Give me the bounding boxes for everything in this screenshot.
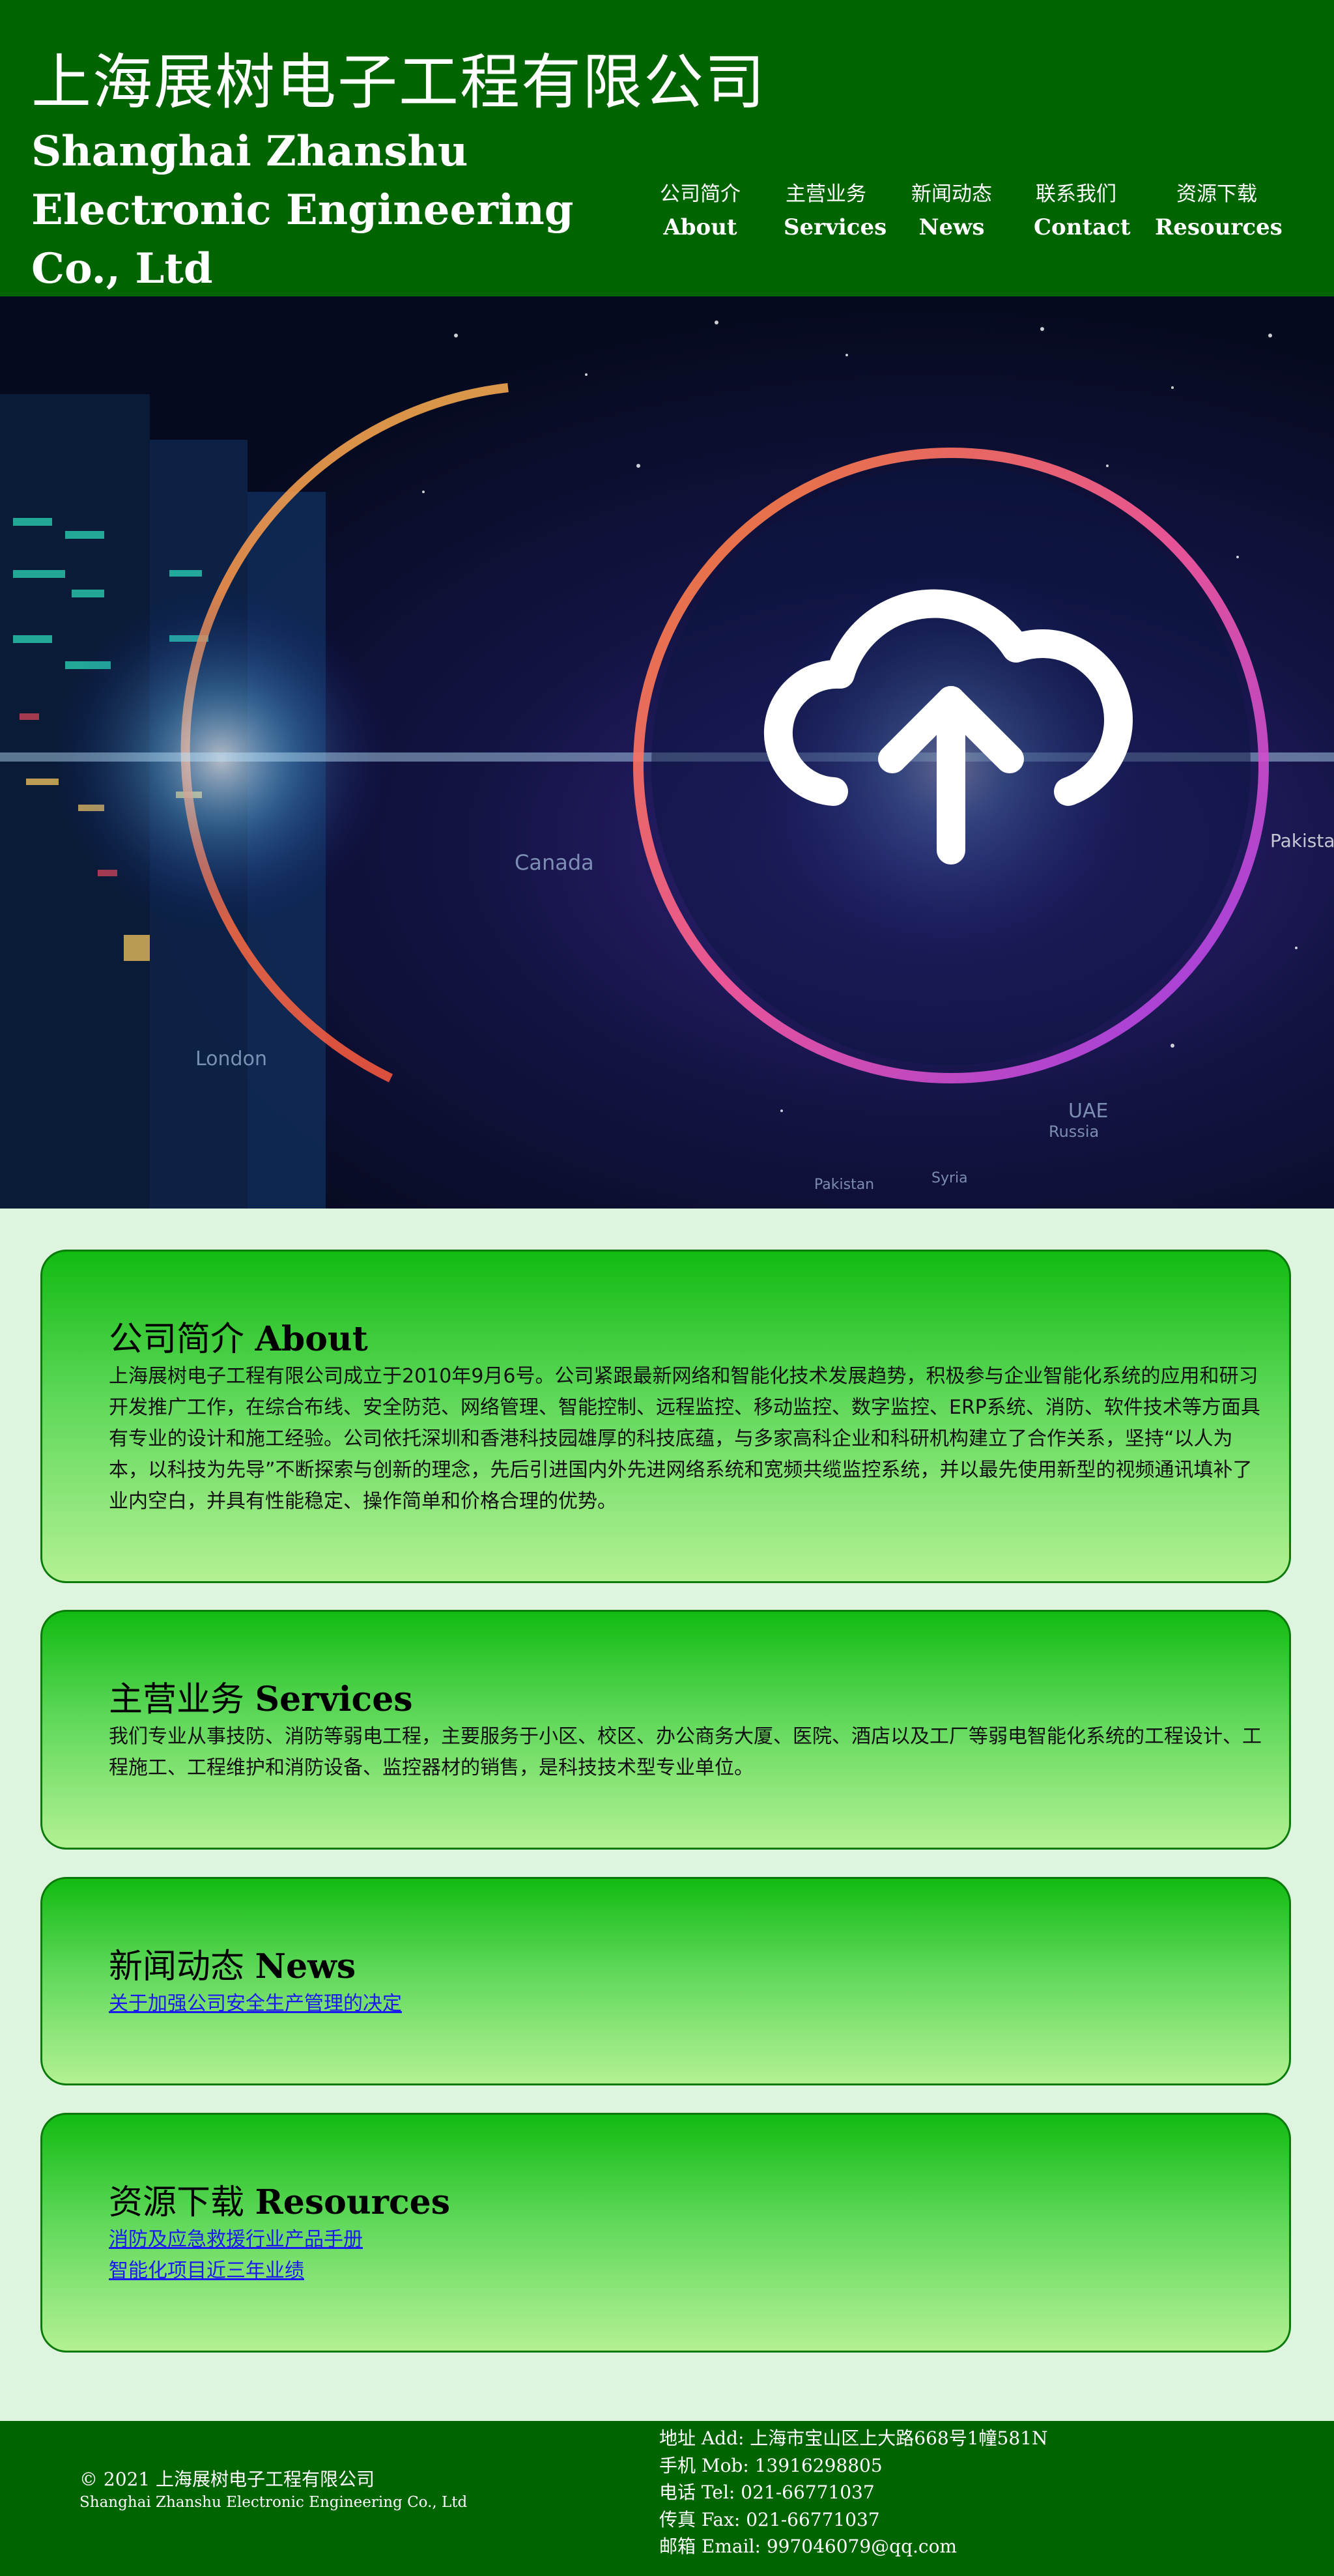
services-text: 我们专业从事技防、消防等弱电工程，主要服务于小区、校区、办公商务大厦、医院、酒店…	[109, 1725, 1262, 1779]
news-heading-zh: 新闻动态	[109, 1947, 245, 1986]
about-text: 上海展树电子工程有限公司成立于2010年9月6号。公司紧跟最新网络和智能化技术发…	[109, 1365, 1260, 1513]
map-label: London	[195, 1048, 267, 1070]
map-label: Pakistan	[814, 1177, 874, 1193]
about-heading: 公司简介 About	[109, 1311, 368, 1360]
site-title-zh: 上海展树电子工程有限公司	[31, 48, 767, 117]
nav-label-zh: 公司简介	[660, 182, 741, 206]
copyright-text-en: Shanghai Zhanshu Electronic Engineering …	[79, 2494, 468, 2511]
copyright-text: © 2021 上海展树电子工程有限公司	[79, 2469, 375, 2490]
main-nav: 公司简介 About 主营业务 Services 新闻动态 News 联系我们 …	[658, 177, 1309, 249]
fax-text: 传真 Fax: 021-66771037	[659, 2508, 880, 2530]
map-label: Pakista	[1270, 830, 1334, 852]
hero-illustration: Canada London Pakista UAE Russia Syria P…	[0, 321, 1334, 1209]
news-heading-en: News	[255, 1947, 356, 1986]
services-section: 主营业务 Services 我们专业从事技防、消防等弱电工程，主要服务于小区、校…	[40, 1610, 1291, 1850]
nav-label-en: About	[663, 214, 737, 240]
map-label: UAE	[1068, 1100, 1108, 1123]
address-text: 地址 Add: 上海市宝山区上大路668号1幢581N	[659, 2427, 1048, 2449]
services-heading-en: Services	[255, 1680, 413, 1719]
services-heading: 主营业务 Services	[109, 1672, 413, 1721]
site-footer: © 2021 上海展树电子工程有限公司 Shanghai Zhanshu Ele…	[0, 2421, 1334, 2576]
nav-item-about[interactable]: 公司简介 About	[658, 177, 743, 244]
nav-label-en: News	[918, 214, 985, 240]
nav-label-zh: 主营业务	[786, 182, 866, 206]
nav-item-news[interactable]: 新闻动态 News	[909, 177, 994, 244]
email-text: 邮箱 Email: 997046079@qq.com	[659, 2536, 957, 2557]
map-label: Syria	[931, 1170, 968, 1186]
map-label: Russia	[1049, 1123, 1099, 1141]
nav-item-services[interactable]: 主营业务 Services	[784, 177, 887, 244]
resources-heading: 资源下载 Resources	[109, 2175, 450, 2224]
about-section: 公司简介 About 上海展树电子工程有限公司成立于2010年9月6号。公司紧跟…	[40, 1250, 1291, 1583]
about-heading-en: About	[255, 1319, 368, 1359]
nav-label-zh: 资源下载	[1176, 182, 1257, 206]
nav-item-contact[interactable]: 联系我们 Contact	[1034, 177, 1131, 244]
nav-item-resources[interactable]: 资源下载 Resources	[1155, 177, 1283, 244]
contact-info: 地址 Add: 上海市宝山区上大路668号1幢581N 手机 Mob: 1391…	[659, 2425, 1048, 2560]
map-label: Canada	[515, 850, 594, 875]
nav-label-zh: 新闻动态	[911, 182, 992, 206]
nav-label-en: Contact	[1034, 214, 1131, 240]
nav-label-zh: 联系我们	[1036, 182, 1116, 206]
nav-label-en: Resources	[1155, 214, 1283, 240]
resources-heading-en: Resources	[255, 2182, 451, 2222]
site-title-en: Shanghai Zhanshu Electronic Engineering …	[31, 127, 574, 293]
mobile-text: 手机 Mob: 13916298805	[659, 2454, 883, 2476]
resources-heading-zh: 资源下载	[109, 2183, 245, 2222]
nav-label-en: Services	[784, 214, 887, 240]
resource-link[interactable]: 消防及应急救援行业产品手册	[109, 2224, 363, 2255]
tel-text: 电话 Tel: 021-66771037	[659, 2482, 875, 2503]
site-header: 上海展树电子工程有限公司 Shanghai Zhanshu Electronic…	[0, 0, 1334, 296]
resource-link[interactable]: 智能化项目近三年业绩	[109, 2255, 304, 2287]
news-section: 新闻动态 News 关于加强公司安全生产管理的决定	[40, 1877, 1291, 2085]
resources-section: 资源下载 Resources 消防及应急救援行业产品手册 智能化项目近三年业绩	[40, 2113, 1291, 2353]
news-link[interactable]: 关于加强公司安全生产管理的决定	[109, 1988, 402, 2020]
news-heading: 新闻动态 News	[109, 1939, 356, 1988]
hero-banner: Canada London Pakista UAE Russia Syria P…	[0, 296, 1334, 1209]
about-heading-zh: 公司简介	[109, 1320, 245, 1359]
services-heading-zh: 主营业务	[109, 1680, 245, 1719]
